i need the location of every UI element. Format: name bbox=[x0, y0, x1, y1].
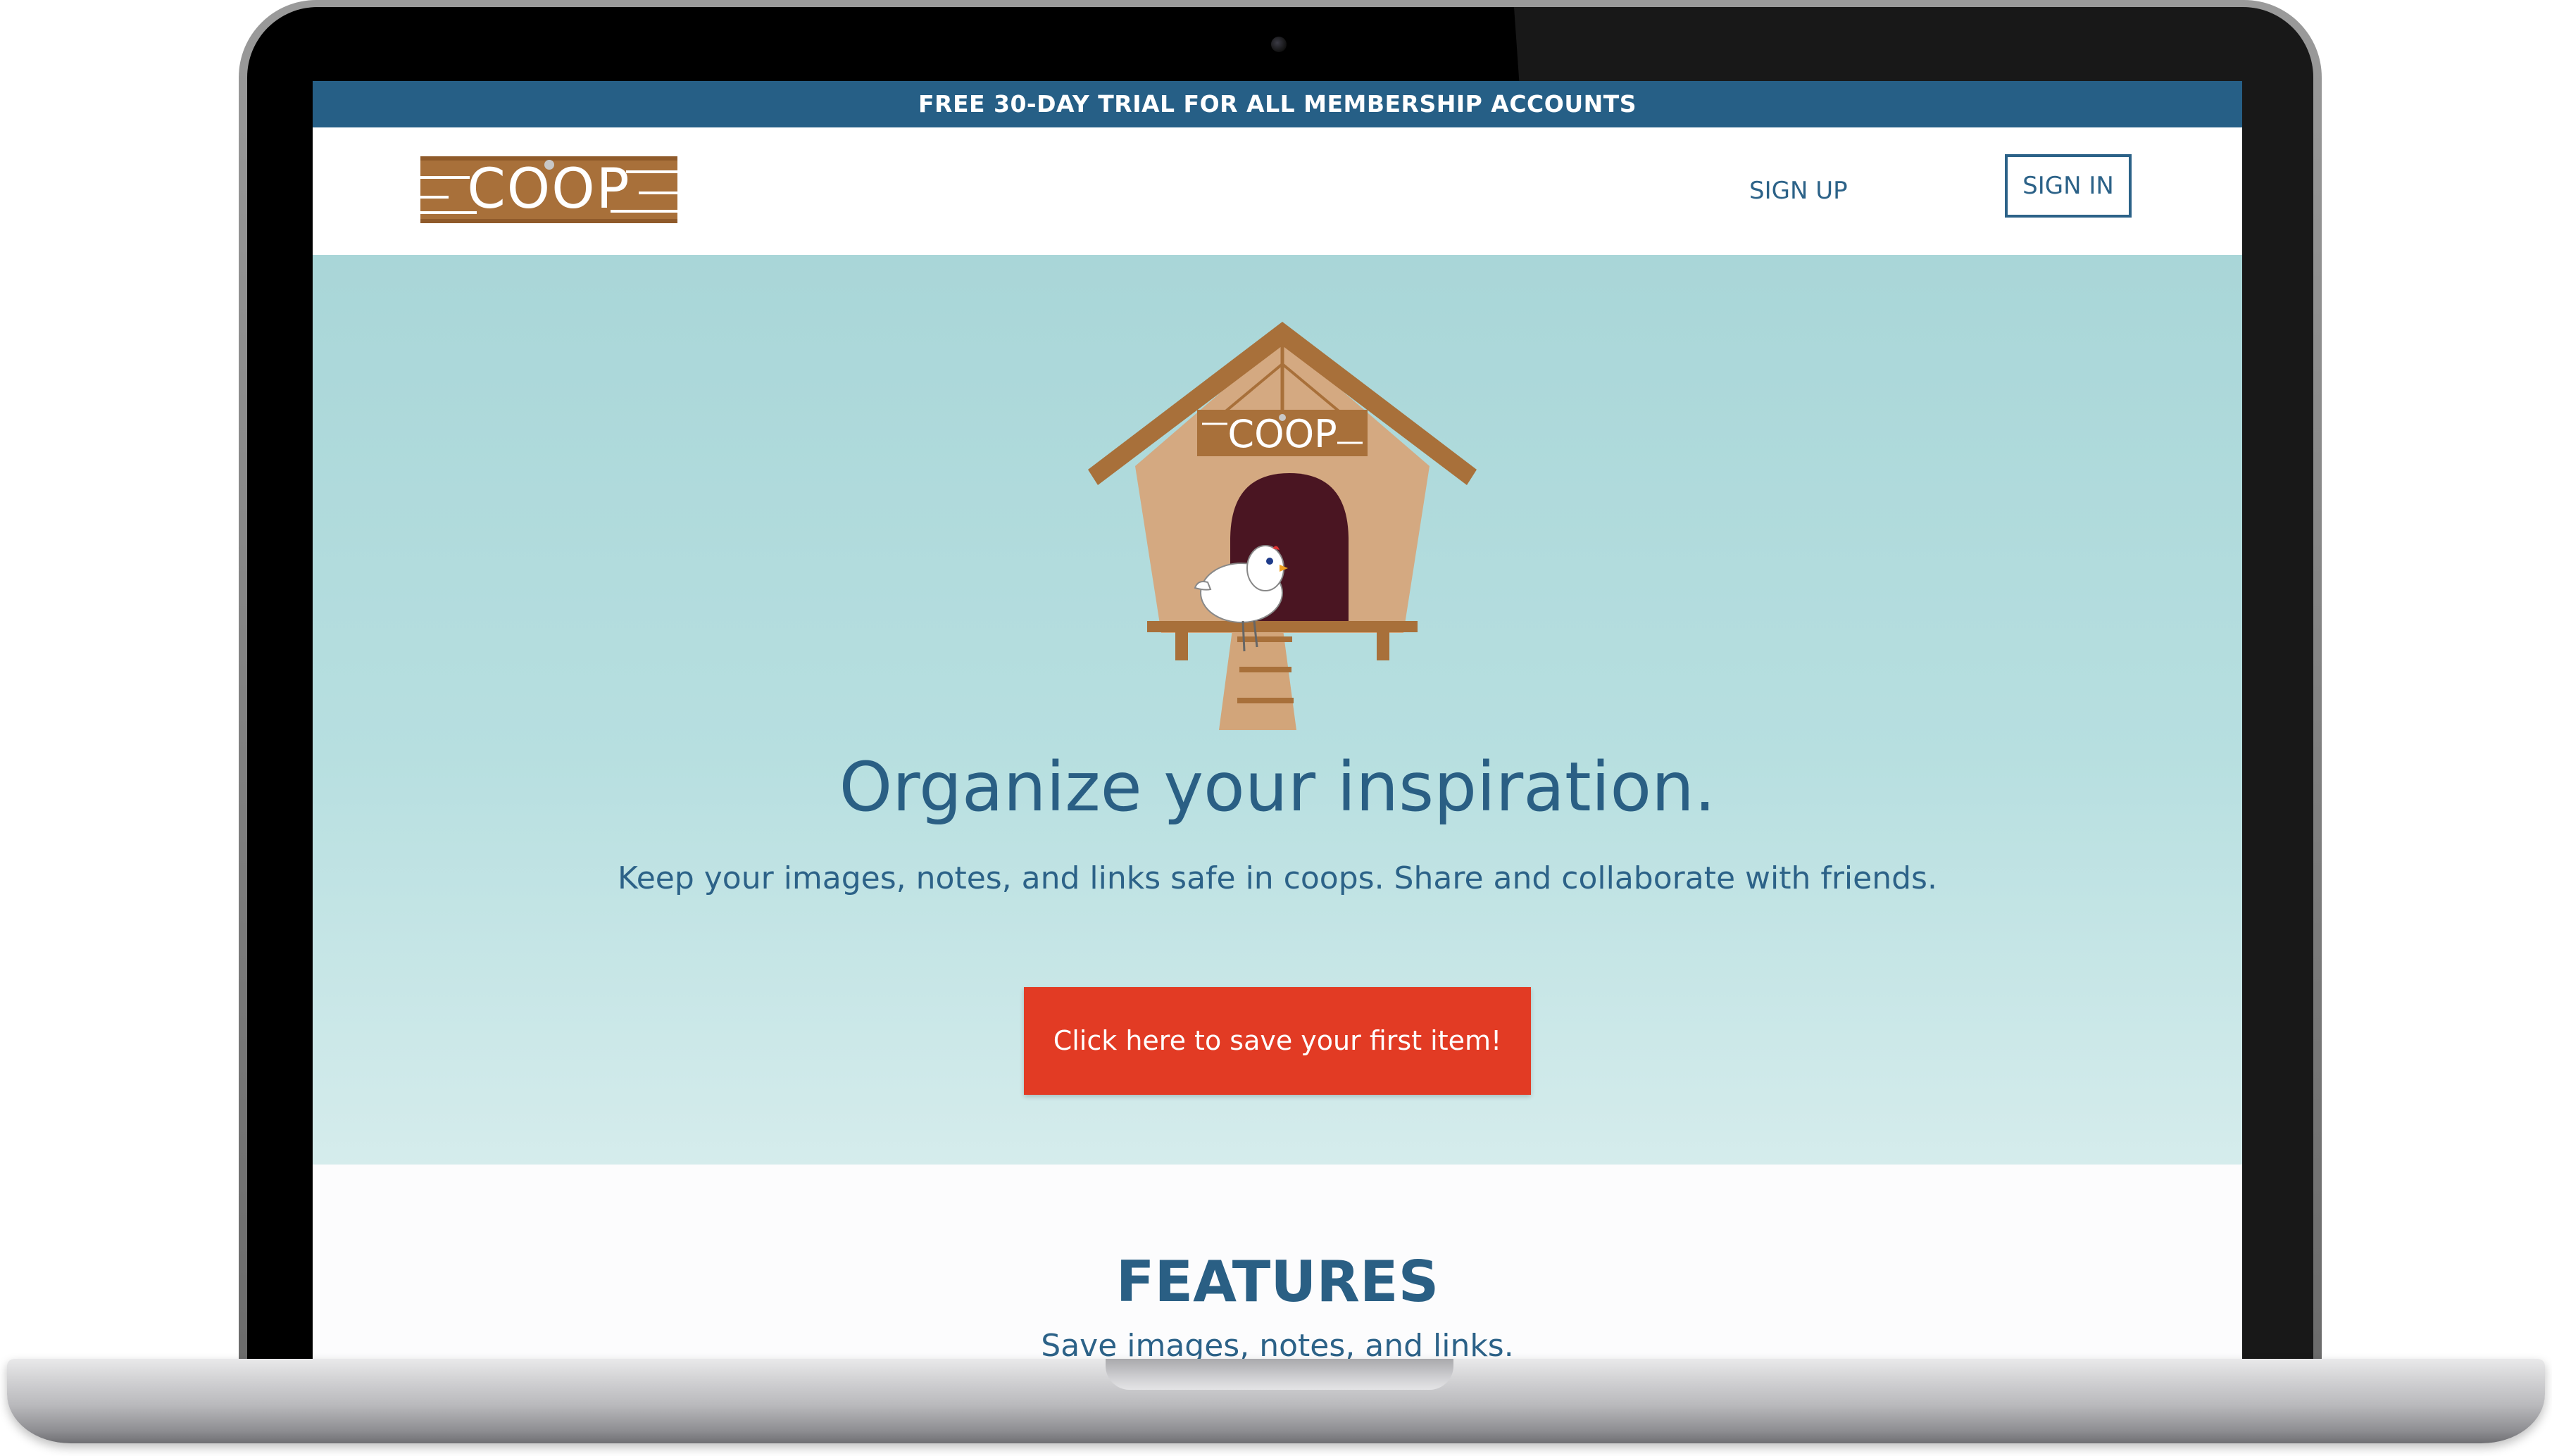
promo-banner: FREE 30-DAY TRIAL FOR ALL MEMBERSHIP ACC… bbox=[313, 81, 2242, 127]
features-subtitle: Save images, notes, and links. bbox=[1041, 1328, 1514, 1359]
features-title: FEATURES bbox=[1115, 1249, 1439, 1314]
browser-viewport: FREE 30-DAY TRIAL FOR ALL MEMBERSHIP ACC… bbox=[313, 81, 2242, 1359]
laptop-mockup: FREE 30-DAY TRIAL FOR ALL MEMBERSHIP ACC… bbox=[0, 0, 2552, 1456]
site-header: COOP SIGN UP SIGN IN bbox=[313, 127, 2242, 255]
logo-text: COOP bbox=[467, 158, 631, 221]
chicken-coop-icon: COOP bbox=[1088, 322, 1477, 730]
hero-subtitle: Keep your images, notes, and links safe … bbox=[618, 860, 1937, 896]
save-first-item-button[interactable]: Click here to save your first item! bbox=[1024, 987, 1531, 1095]
webcam-icon bbox=[1271, 37, 1287, 52]
sign-up-link[interactable]: SIGN UP bbox=[1749, 177, 1848, 205]
coop-logo[interactable]: COOP bbox=[420, 156, 677, 223]
hero-section: COOP Organize your inspiration. Keep you… bbox=[313, 255, 2242, 1165]
hero-title: Organize your inspiration. bbox=[839, 748, 1716, 827]
laptop-lid-notch bbox=[1106, 1359, 1453, 1390]
coop-sign-text: COOP bbox=[1227, 412, 1337, 456]
features-section: FEATURES Save images, notes, and links. bbox=[313, 1165, 2242, 1359]
promo-banner-text: FREE 30-DAY TRIAL FOR ALL MEMBERSHIP ACC… bbox=[918, 90, 1637, 118]
sign-in-button[interactable]: SIGN IN bbox=[2005, 154, 2132, 218]
